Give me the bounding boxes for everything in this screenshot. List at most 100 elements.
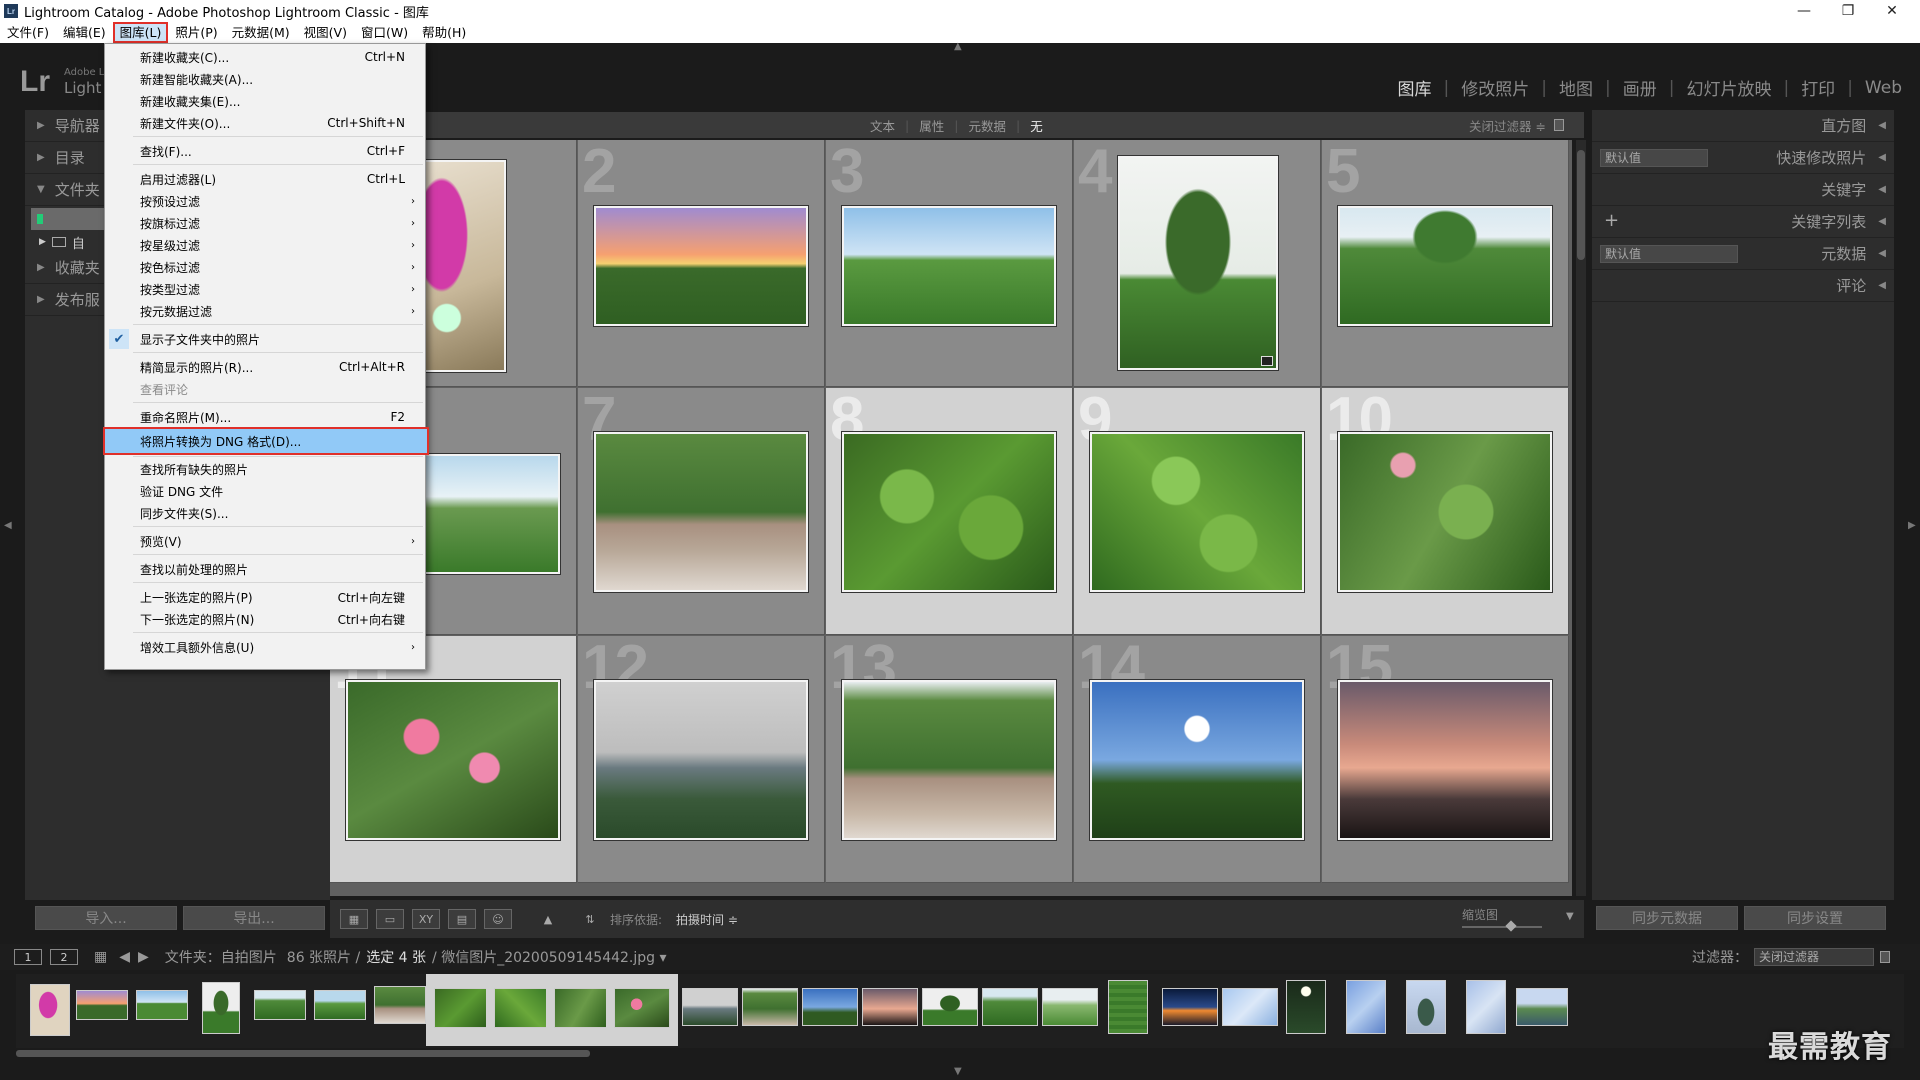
menu-photo[interactable]: 照片(P) [168,22,224,43]
forward-arrow-icon[interactable]: ▶ [138,949,149,965]
photo-thumbnail[interactable] [842,432,1056,592]
filter-metadata[interactable]: 元数据 [958,116,1016,135]
module-web[interactable]: Web [1865,78,1902,98]
filmstrip-thumbnail[interactable] [682,988,738,1026]
grid-scrollbar[interactable] [1576,140,1586,896]
filmstrip-thumbnail[interactable] [1516,988,1568,1026]
photo-thumbnail[interactable] [1090,432,1304,592]
menu-item-synchronize-folder[interactable]: 同步文件夹(S)... [105,502,425,524]
right-panel-arrow-icon[interactable]: ▶ [1908,520,1916,531]
module-library[interactable]: 图库 [1398,75,1432,100]
grid-cell[interactable]: 2 [578,140,825,387]
filmstrip-thumbnail[interactable] [614,988,670,1028]
panel-keyword-list[interactable]: + 关键字列表 ◀ [1592,206,1894,238]
grid-cell[interactable]: 12 [578,633,825,883]
menu-item-plugin-extras[interactable]: 增效工具额外信息(U) › [105,636,425,658]
grid-cell[interactable]: 10 [1322,385,1569,635]
add-keyword-icon[interactable]: + [1604,210,1619,231]
filmstrip-thumbnail[interactable] [802,988,858,1026]
menu-item-show-subfolder-photos[interactable]: ✔ 显示子文件夹中的照片 [105,328,425,350]
filmstrip-thumbnail[interactable] [76,990,128,1020]
photo-thumbnail[interactable] [594,680,808,840]
menu-library[interactable]: 图库(L) [112,22,169,43]
slider-handle[interactable] [1505,920,1517,932]
menu-help[interactable]: 帮助(H) [415,22,473,43]
grid-cell[interactable]: 15 [1322,633,1569,883]
people-view-icon[interactable]: ☺ [484,909,512,929]
filter-preset-select[interactable]: 关闭过滤器 ≑ [1469,116,1546,135]
bottom-panel-arrow-icon[interactable]: ▼ [954,1066,962,1077]
menu-item-filter-by-flag[interactable]: 按旗标过滤 › [105,212,425,234]
lock-icon[interactable] [1554,119,1564,131]
menu-item-convert-to-dng[interactable]: 将照片转换为 DNG 格式(D)... [103,427,429,455]
filter-attribute[interactable]: 属性 [909,116,954,135]
toolbar-menu-arrow-icon[interactable]: ▼ [1566,911,1574,922]
photo-thumbnail[interactable] [842,206,1056,326]
sync-metadata-button[interactable]: 同步元数据 [1596,906,1738,930]
menu-item-new-collection[interactable]: 新建收藏夹(C)... Ctrl+N [105,46,425,68]
sort-select[interactable]: 拍摄时间 ≑ [676,911,738,928]
module-map[interactable]: 地图 [1559,75,1593,100]
filmstrip-thumbnail[interactable] [494,988,550,1028]
filmstrip-thumbnail[interactable] [1042,988,1098,1026]
filter-none[interactable]: 无 [1020,116,1053,135]
filmstrip-thumbnail[interactable] [1466,980,1506,1034]
module-slideshow[interactable]: 幻灯片放映 [1686,75,1771,100]
menu-item-filter-by-preset[interactable]: 按预设过滤 › [105,190,425,212]
menu-view[interactable]: 视图(V) [297,22,354,43]
module-book[interactable]: 画册 [1623,75,1657,100]
menu-edit[interactable]: 编辑(E) [56,22,113,43]
filmstrip-thumbnail[interactable] [202,982,240,1034]
menu-item-next-selected-photo[interactable]: 下一张选定的照片(N) Ctrl+向右键 [105,608,425,630]
grid-cell[interactable]: 4 [1074,140,1321,387]
menu-item-enable-filters[interactable]: 启用过滤器(L) Ctrl+L [105,168,425,190]
menu-item-new-collection-set[interactable]: 新建收藏夹集(E)... [105,90,425,112]
photo-thumbnail[interactable] [1338,206,1552,326]
menu-item-previous-selected-photo[interactable]: 上一张选定的照片(P) Ctrl+向左键 [105,586,425,608]
close-icon[interactable]: ✕ [1870,0,1914,22]
left-panel-arrow-icon[interactable]: ◀ [4,520,12,531]
grid-cell[interactable]: 5 [1322,140,1569,387]
photo-thumbnail[interactable] [1090,680,1304,840]
filmstrip-thumbnail[interactable] [314,990,366,1020]
menu-window[interactable]: 窗口(W) [354,22,415,43]
panel-metadata[interactable]: 默认值 元数据 ◀ [1592,238,1894,270]
grid-cell[interactable]: 8 [826,385,1073,635]
panel-histogram[interactable]: 直方图 ◀ [1592,110,1894,142]
survey-view-icon[interactable]: ▤ [448,909,476,929]
back-arrow-icon[interactable]: ◀ [119,949,130,965]
minimize-icon[interactable]: — [1782,0,1826,22]
grid-cell[interactable]: 14 [1074,633,1321,883]
filmstrip-scrollbar[interactable] [16,1050,590,1057]
filmstrip-thumbnail[interactable] [30,984,70,1036]
spray-can-icon[interactable]: ▲ [534,909,562,929]
filmstrip-cell-selected[interactable] [606,974,678,1046]
filmstrip-thumbnail[interactable] [922,988,978,1026]
menu-item-refine-photos[interactable]: 精简显示的照片(R)... Ctrl+Alt+R [105,356,425,378]
thumbnail-size-slider[interactable] [1462,926,1542,928]
filmstrip-thumbnail[interactable] [136,990,188,1020]
filmstrip-thumbnail[interactable] [254,990,306,1020]
photo-thumbnail[interactable] [1118,156,1278,370]
module-develop[interactable]: 修改照片 [1461,75,1529,100]
photo-thumbnail[interactable] [594,206,808,326]
export-button[interactable]: 导出... [183,906,325,930]
filmstrip-thumbnail[interactable] [554,988,610,1028]
filmstrip-thumbnail[interactable] [742,988,798,1026]
panel-comments[interactable]: 评论 ◀ [1592,270,1894,302]
module-print[interactable]: 打印 [1801,75,1835,100]
menu-item-find[interactable]: 查找(F)... Ctrl+F [105,140,425,162]
filmstrip-thumbnail[interactable] [1222,988,1278,1026]
filmstrip-thumbnail[interactable] [1162,988,1218,1026]
menu-item-find-missing-photos[interactable]: 查找所有缺失的照片 [105,458,425,480]
preset-select[interactable]: 默认值 [1600,149,1708,167]
source-path[interactable]: 文件夹：自拍图片 [165,947,277,967]
menu-file[interactable]: 文件(F) [0,22,56,43]
filmstrip-thumbnail[interactable] [374,986,426,1024]
grid-icon[interactable]: ▦ [94,949,107,965]
menu-metadata[interactable]: 元数据(M) [225,22,297,43]
filmstrip-thumbnail[interactable] [1108,980,1148,1034]
menu-item-validate-dng[interactable]: 验证 DNG 文件 [105,480,425,502]
compare-view-icon[interactable]: XY [412,909,440,929]
import-button[interactable]: 导入... [35,906,177,930]
